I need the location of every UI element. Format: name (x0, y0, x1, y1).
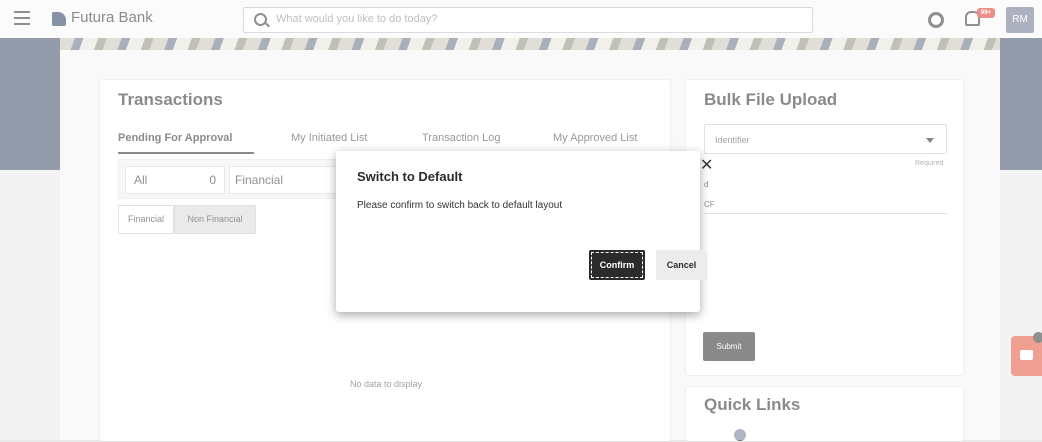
dialog-message: Please confirm to switch back to default… (357, 200, 563, 211)
close-icon[interactable]: ✕ (700, 155, 713, 175)
switch-to-default-dialog: Switch to Default Please confirm to swit… (336, 151, 707, 312)
cancel-button[interactable]: Cancel (656, 250, 707, 280)
dialog-title: Switch to Default (357, 169, 463, 184)
confirm-button[interactable]: Confirm (589, 250, 645, 280)
